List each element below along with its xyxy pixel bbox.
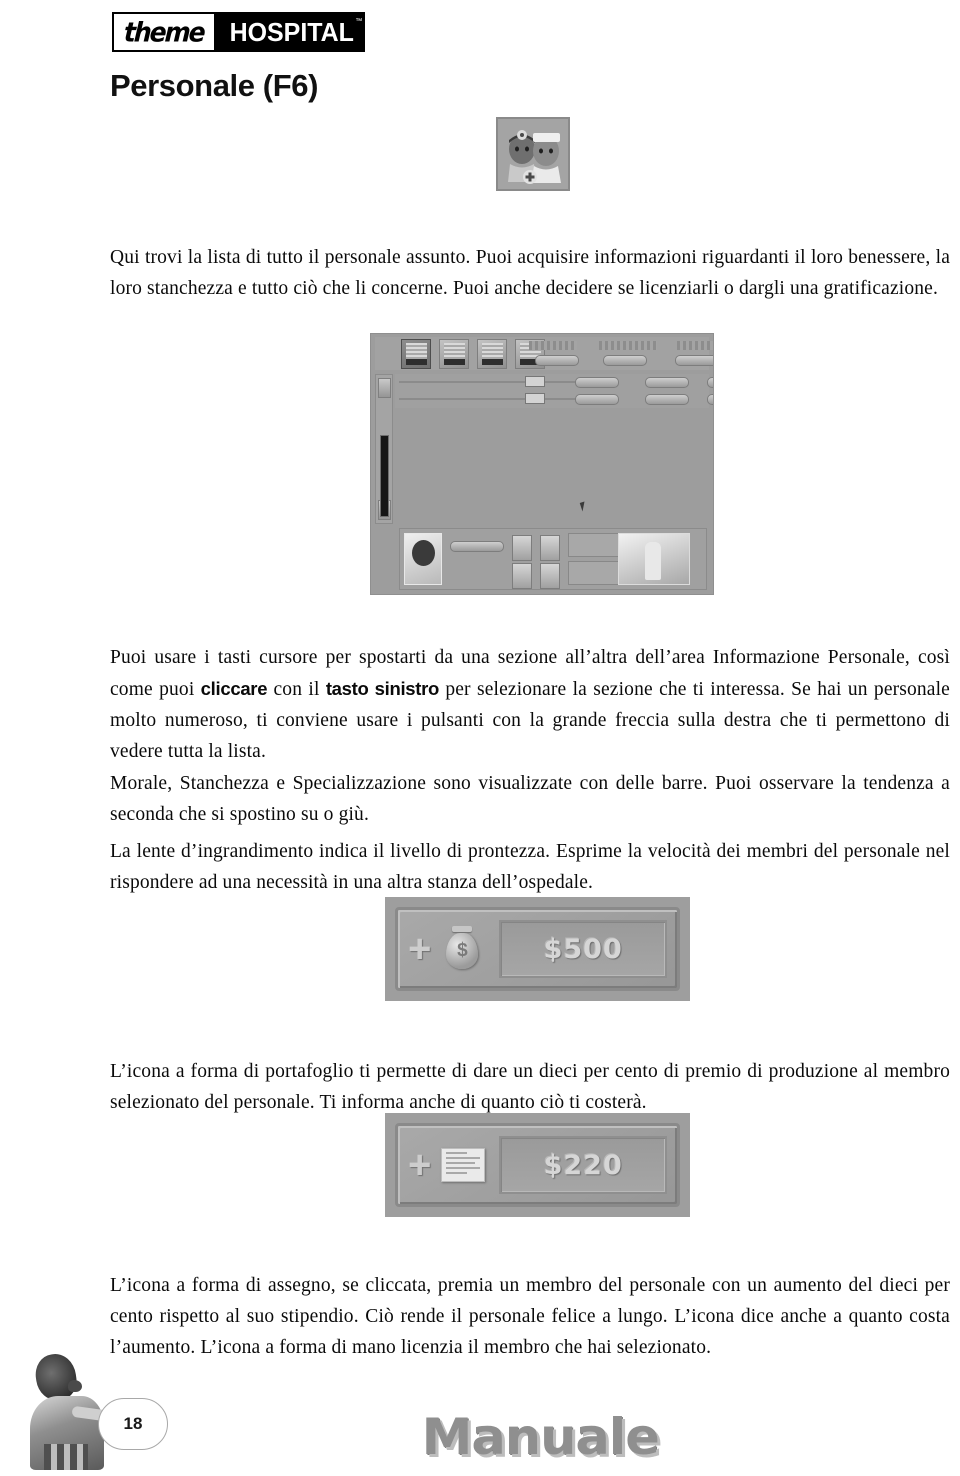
header-bar-morale — [535, 355, 579, 366]
cheque-line — [446, 1172, 467, 1174]
logo-hospital-text: HOSPITAL — [229, 17, 354, 47]
tab-portrait-icon — [406, 343, 427, 360]
staff-detail-panel — [399, 528, 707, 590]
mascot-legs — [44, 1444, 88, 1470]
bonus-button-frame: + $500 — [395, 907, 680, 991]
staff-screen-icon — [496, 117, 570, 191]
table-row — [395, 392, 713, 407]
row-bar-tiredness — [645, 377, 689, 388]
page-number-bubble: 18 — [98, 1398, 168, 1450]
cheque-line — [446, 1152, 467, 1154]
tab-count-bar — [482, 359, 503, 365]
paragraph-intro: Qui trovi la lista di tutto il personale… — [110, 246, 950, 299]
page-title: Personale (F6) — [110, 68, 319, 103]
header-bar-tiredness — [603, 355, 647, 366]
paragraph-cheque: L’icona a forma di assegno, se cliccata,… — [110, 1274, 950, 1358]
raise-amount-display: $220 — [499, 1136, 667, 1194]
tab-portrait-icon — [482, 343, 503, 360]
scrollbar-thumb — [380, 435, 389, 517]
row-bar-skill — [707, 377, 713, 388]
staff-list-rows — [395, 374, 713, 408]
paragraph-wallet: L’icona a forma di portafoglio ti permet… — [110, 1060, 950, 1113]
tab-count-bar — [444, 359, 465, 365]
money-bag-icon — [439, 925, 485, 973]
staff-management-screenshot — [370, 333, 714, 595]
scroll-up-button — [378, 378, 391, 398]
mascot-head — [32, 1352, 80, 1403]
bonus-amount-display: $500 — [499, 920, 667, 978]
detail-icon-training — [540, 535, 560, 561]
cheque-paper — [441, 1148, 486, 1182]
tab-count-bar — [406, 359, 427, 365]
paragraph-lens: La lente d’ingrandimento indica il livel… — [110, 840, 950, 893]
row-bar-skill — [707, 394, 713, 405]
row-attention-chip — [525, 376, 545, 387]
money-bag-body — [446, 933, 479, 969]
cheque-line — [446, 1167, 481, 1169]
bonus-amount-value: $500 — [543, 933, 623, 965]
row-bar-morale — [575, 394, 619, 405]
detail-icon-lens — [540, 563, 560, 589]
trademark-icon: ™ — [355, 18, 363, 25]
mouse-cursor-icon — [579, 501, 588, 512]
money-bag-tie — [452, 926, 473, 932]
selected-staff-portrait — [404, 533, 442, 585]
header-skill — [677, 341, 713, 350]
tab-portrait-icon — [444, 343, 465, 360]
paragraph-navigation: Puoi usare i tasti cursore per spostarti… — [110, 642, 950, 767]
row-name-text — [399, 381, 599, 383]
row-bar-tiredness — [645, 394, 689, 405]
cheque-line — [446, 1157, 481, 1159]
scroll-sidebar — [375, 374, 393, 524]
row-name-text — [399, 398, 599, 400]
page-number: 18 — [123, 1414, 143, 1433]
staff-list-empty-area — [395, 410, 709, 524]
nav-bold-cliccare: cliccare — [200, 677, 268, 699]
nav-text-2: con il — [267, 678, 326, 700]
detail-bar-salary — [450, 541, 504, 552]
logo-hospital-box: HOSPITAL ™ — [215, 12, 366, 52]
row-attention-chip — [525, 393, 545, 404]
header-morale — [529, 341, 577, 350]
staff-tab-doctors — [401, 339, 431, 369]
mascot-nose — [68, 1380, 82, 1392]
raise-amount-value: $220 — [543, 1149, 623, 1181]
logo-theme-box: theme — [112, 12, 216, 52]
staff-preview-image — [618, 533, 690, 585]
cheque-line — [446, 1162, 476, 1164]
theme-hospital-logo: theme HOSPITAL ™ — [112, 12, 366, 52]
manual-wordmark: Manuale — [421, 1408, 660, 1466]
header-bar-skill — [675, 355, 713, 366]
staff-tab-handymen — [477, 339, 507, 369]
raise-button-graphic: + $220 — [385, 1113, 690, 1217]
plus-icon: + — [408, 1143, 432, 1187]
paragraph-bars: Morale, Stanchezza e Specializzazione so… — [110, 772, 950, 825]
nav-bold-tasto-sinistro: tasto sinistro — [325, 677, 440, 699]
cheque-icon — [439, 1141, 486, 1189]
staff-category-tabbar — [375, 337, 713, 373]
raise-button-frame: + $220 — [395, 1123, 680, 1207]
header-tiredness — [599, 341, 657, 350]
row-bar-morale — [575, 377, 619, 388]
doctor-and-nurse-icon — [498, 119, 568, 189]
table-row — [395, 375, 713, 390]
staff-tab-nurses — [439, 339, 469, 369]
detail-icon-skill — [512, 563, 532, 589]
screenshot-inner — [371, 334, 713, 594]
plus-icon: + — [408, 927, 432, 971]
column-headers — [525, 341, 713, 373]
bonus-button-graphic: + $500 — [385, 897, 690, 1001]
logo-theme-text: theme — [123, 16, 205, 48]
detail-icon-attention — [512, 535, 532, 561]
